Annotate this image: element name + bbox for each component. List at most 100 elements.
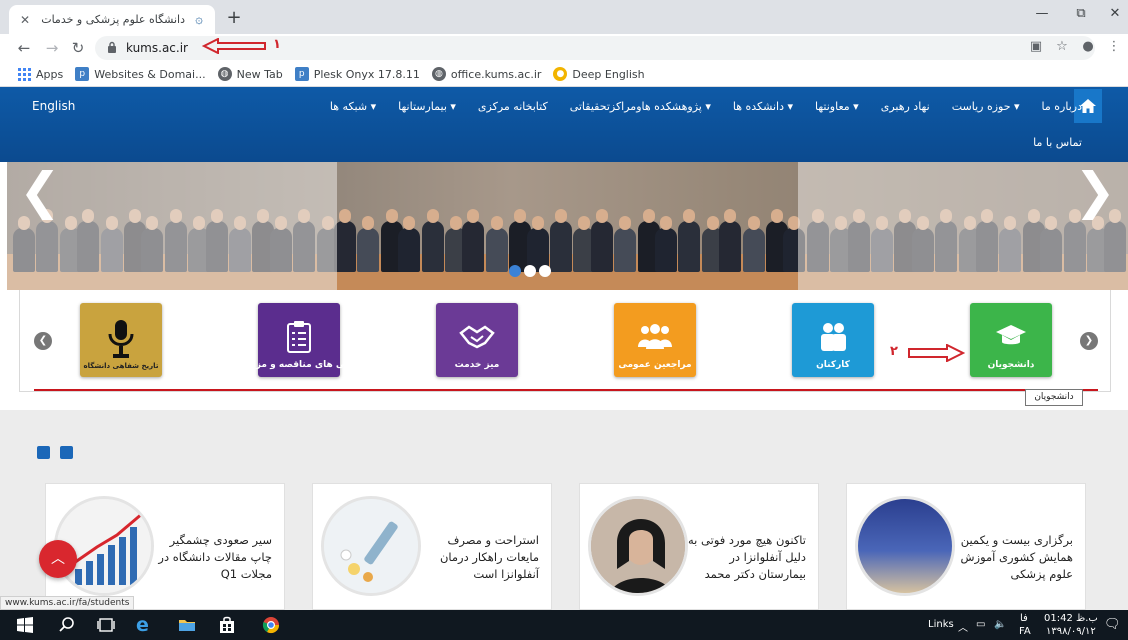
bookmark-office[interactable]: ◍ office.kums.ac.ir: [431, 67, 542, 81]
window-close-icon[interactable]: ✕: [1100, 6, 1128, 21]
forward-arrow-icon[interactable]: →: [42, 38, 62, 58]
main-menu: درباره ما حوزه ریاست ▾ نهاد رهبری معاونت…: [330, 87, 1082, 125]
tile-students[interactable]: دانشجویان: [970, 303, 1052, 377]
nav-leadership[interactable]: نهاد رهبری: [881, 100, 930, 113]
windows-taskbar: e Links ︿ ▭ 🔈 فا FA 01:42 ب.ظ ۱۳۹۸/۰۹/۱۲…: [0, 610, 1128, 640]
bookmark-label: Websites & Domai...: [94, 67, 206, 81]
deep-english-icon: ●: [553, 67, 568, 81]
nav-research[interactable]: پژوهشکده هاومراکزتحقیقاتی ▾: [570, 100, 711, 113]
tile-staff[interactable]: کارکنان: [792, 303, 874, 377]
nav-hospitals[interactable]: بیمارستانها ▾: [398, 100, 456, 113]
english-link[interactable]: English: [32, 99, 75, 113]
tile-public-visitors[interactable]: مراجعین عمومی: [614, 303, 696, 377]
clock-date[interactable]: ۱۳۹۸/۰۹/۱۲: [1046, 626, 1096, 637]
back-arrow-icon[interactable]: ←: [14, 38, 34, 58]
bookmark-plesk-onyx[interactable]: p Plesk Onyx 17.8.11: [294, 67, 420, 81]
news-title[interactable]: استراحت و مصرف مایعات راهکار درمان آنفلو…: [421, 532, 539, 583]
tile-label: کارکنان: [816, 360, 850, 370]
bookmarks-bar: Apps p Websites & Domai... ◍ New Tab p P…: [0, 62, 1128, 87]
service-tiles-panel: ❮ ❯ دانشجویان کارکنان مراجعین عمومی میز …: [19, 290, 1111, 392]
browser-status-url: www.kums.ac.ir/fa/students: [0, 596, 135, 610]
plesk-icon: p: [294, 67, 309, 81]
store-icon[interactable]: [218, 616, 236, 634]
globe-icon: ◍: [431, 67, 446, 81]
language-code[interactable]: FA: [1019, 626, 1031, 637]
carousel-dots: [509, 265, 551, 277]
nav-presidency[interactable]: حوزه ریاست ▾: [952, 100, 1020, 113]
translate-icon[interactable]: ▣: [1026, 39, 1046, 54]
news-card[interactable]: سیر صعودی چشمگیر چاپ مقالات دانشگاه در م…: [45, 483, 285, 610]
windows-start-icon[interactable]: [16, 616, 34, 634]
language-fa[interactable]: فا: [1020, 613, 1028, 624]
annotation-marker-2: ۲: [890, 344, 898, 359]
scroll-to-top-button[interactable]: ︿: [39, 540, 77, 578]
microphone-icon: [101, 320, 141, 358]
nav-library[interactable]: کتابخانه مرکزی: [478, 100, 548, 113]
bookmark-label: office.kums.ac.ir: [450, 67, 542, 81]
nav-deputies[interactable]: معاونتها ▾: [815, 100, 859, 113]
carousel-next-icon[interactable]: ❯: [1074, 162, 1116, 220]
hero-carousel[interactable]: ❮ ❯: [7, 162, 1128, 290]
file-explorer-icon[interactable]: [178, 616, 196, 634]
tile-service-desk[interactable]: میز خدمت: [436, 303, 518, 377]
edge-icon[interactable]: e: [136, 616, 154, 635]
nav-contact[interactable]: تماس با ما: [1033, 136, 1082, 149]
tile-tenders[interactable]: آگهی های مناقصه و مزایده: [239, 303, 359, 377]
carousel-prev-icon[interactable]: ❮: [19, 162, 61, 220]
tooltip: دانشجویان: [1025, 389, 1083, 406]
news-card[interactable]: استراحت و مصرف مایعات راهکار درمان آنفلو…: [312, 483, 552, 610]
bookmark-new-tab[interactable]: ◍ New Tab: [217, 67, 283, 81]
profile-icon[interactable]: ●: [1078, 39, 1098, 54]
search-icon[interactable]: [58, 616, 76, 634]
news-title[interactable]: تاکنون هیچ مورد فوتی به دلیل آنفلوانزا د…: [688, 532, 806, 583]
tile-label: دانشجویان: [987, 360, 1035, 370]
bookmark-label: New Tab: [236, 67, 283, 81]
handshake-icon: [457, 318, 497, 356]
news-card[interactable]: برگزاری بیست و یکمین همایش کشوری آموزش ع…: [846, 483, 1086, 610]
lock-icon: [108, 41, 116, 53]
carousel-dot[interactable]: [509, 265, 521, 277]
tab-close-icon[interactable]: ✕: [17, 13, 33, 27]
archive-icon[interactable]: [60, 446, 73, 459]
browser-menu-icon[interactable]: ⋮: [1104, 39, 1124, 54]
tiles-next-icon[interactable]: ❯: [1080, 332, 1098, 350]
bookmark-label: Plesk Onyx 17.8.11: [313, 67, 420, 81]
chrome-icon[interactable]: [262, 616, 280, 634]
rss-icon[interactable]: [37, 446, 50, 459]
graduation-cap-icon: [991, 318, 1031, 356]
carousel-dot[interactable]: [524, 265, 536, 277]
browser-tab[interactable]: ۞ دانشگاه علوم پزشکی و خدمات بهدا... ✕: [9, 5, 215, 34]
tile-oral-history[interactable]: تاریخ شفاهی دانشگاه: [80, 303, 162, 377]
news-card[interactable]: تاکنون هیچ مورد فوتی به دلیل آنفلوانزا د…: [579, 483, 819, 610]
carousel-dot[interactable]: [539, 265, 551, 277]
network-icon[interactable]: ▭: [976, 619, 985, 630]
bookmark-websites-domains[interactable]: p Websites & Domai...: [75, 67, 206, 81]
reload-icon[interactable]: ↻: [68, 38, 88, 58]
bookmark-apps[interactable]: Apps: [18, 67, 64, 81]
nav-networks[interactable]: شبکه ها ▾: [330, 100, 376, 113]
notifications-icon[interactable]: 🗨: [1104, 617, 1121, 632]
volume-icon[interactable]: 🔈: [994, 619, 1006, 630]
nav-about[interactable]: درباره ما: [1042, 100, 1082, 113]
tiles-prev-icon[interactable]: ❮: [34, 332, 52, 350]
bookmark-label: Apps: [36, 67, 64, 81]
bookmark-star-icon[interactable]: ☆: [1052, 39, 1072, 54]
bookmark-deep-english[interactable]: ● Deep English: [553, 67, 645, 81]
task-view-icon[interactable]: [97, 616, 115, 634]
news-title[interactable]: برگزاری بیست و یکمین همایش کشوری آموزش ع…: [955, 532, 1073, 583]
maximize-icon[interactable]: ⧉: [1066, 6, 1096, 21]
clock-time[interactable]: 01:42 ب.ظ: [1044, 613, 1098, 624]
tile-label: آگهی های مناقصه و مزایده: [238, 360, 360, 370]
annotation-arrow-left-icon: [202, 38, 266, 54]
taskbar-links[interactable]: Links: [928, 619, 954, 630]
news-title[interactable]: سیر صعودی چشمگیر چاپ مقالات دانشگاه در م…: [154, 532, 272, 583]
news-thumbnail-medication: [321, 496, 421, 596]
staff-icon: [813, 318, 853, 356]
new-tab-button[interactable]: +: [224, 8, 244, 28]
nav-faculties[interactable]: دانشکده ها ▾: [733, 100, 793, 113]
globe-icon: ◍: [217, 67, 232, 81]
tray-chevron-icon[interactable]: ︿: [958, 619, 968, 634]
minimize-icon[interactable]: —: [1027, 6, 1057, 21]
tile-label: تاریخ شفاهی دانشگاه: [83, 362, 159, 370]
feed-icons: [37, 446, 73, 459]
